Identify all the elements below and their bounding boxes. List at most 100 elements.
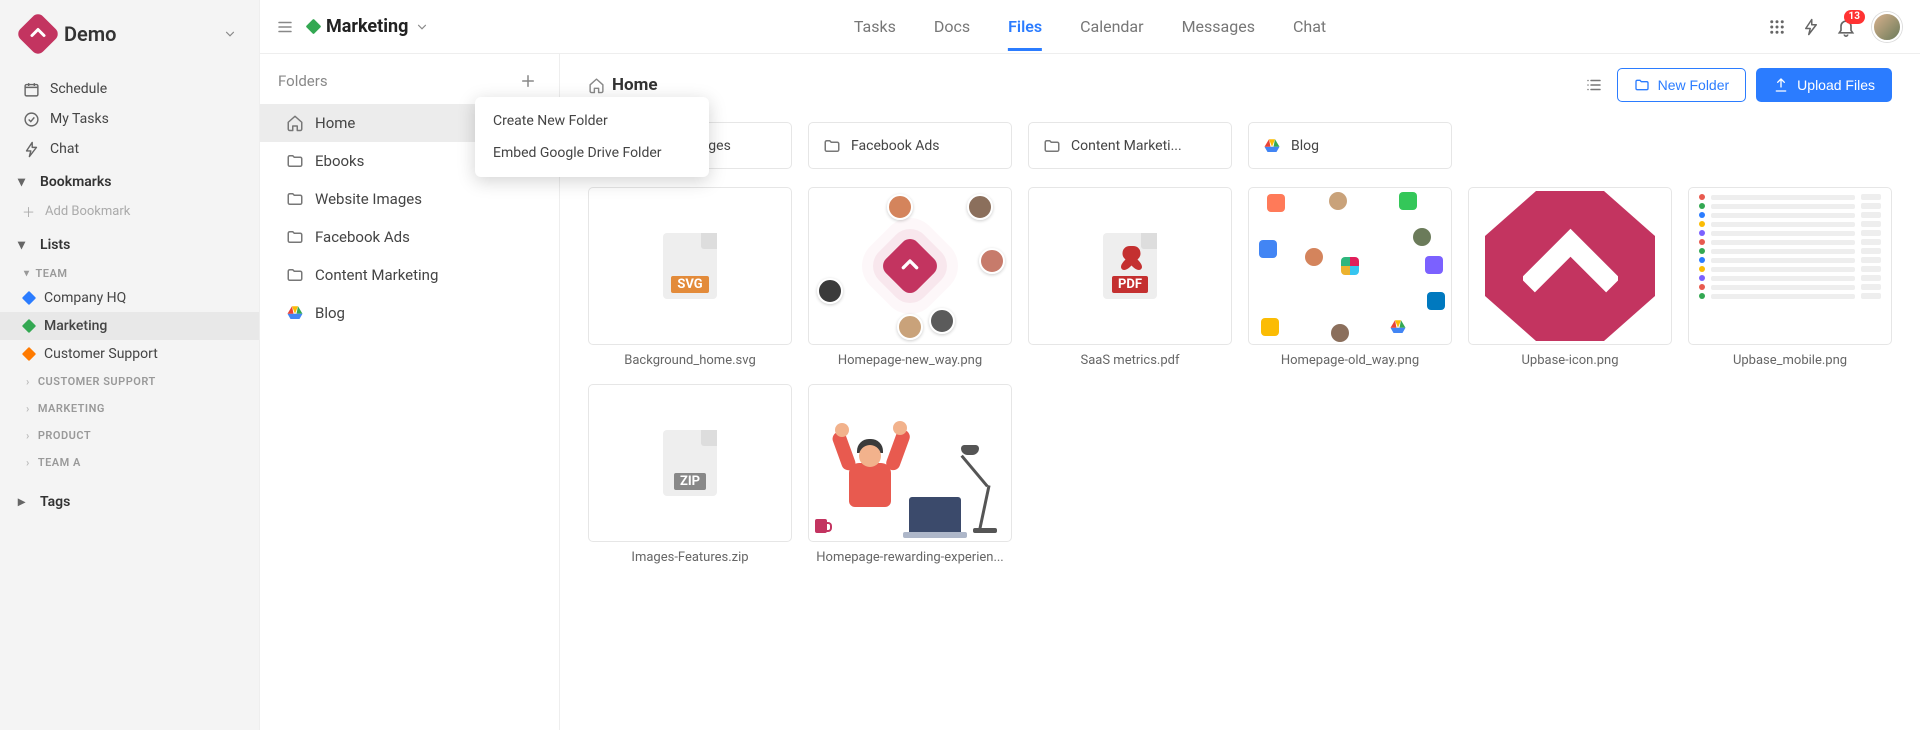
folder-card[interactable]: Content Marketi... — [1028, 122, 1232, 169]
tab-docs[interactable]: Docs — [934, 3, 970, 50]
file-thumbnail — [1248, 187, 1452, 345]
list-view-icon[interactable] — [1581, 72, 1607, 98]
sidebar-team-item[interactable]: Marketing — [0, 312, 259, 340]
add-folder-icon[interactable] — [515, 68, 541, 94]
check-circle-icon — [22, 110, 40, 128]
project-selector[interactable]: Marketing — [308, 16, 429, 37]
group-label: TEAM A — [38, 456, 81, 469]
sidebar-group-item[interactable]: ›MARKETING — [0, 395, 259, 422]
folders-panel: Folders HomeEbooksWebsite ImagesFacebook… — [260, 54, 560, 730]
thumbnail-image — [809, 385, 1011, 541]
team-label: TEAM — [36, 267, 68, 280]
team-group-header[interactable]: ▾ TEAM — [0, 259, 259, 284]
context-menu-item[interactable]: Create New Folder — [475, 105, 709, 137]
file-card[interactable]: Upbase_mobile.png — [1688, 187, 1892, 368]
folder-label: Ebooks — [315, 152, 364, 170]
tab-tasks[interactable]: Tasks — [854, 3, 896, 50]
context-menu: Create New FolderEmbed Google Drive Fold… — [475, 97, 709, 177]
notifications-icon[interactable]: 13 — [1836, 17, 1856, 37]
menu-toggle-icon[interactable] — [272, 14, 298, 40]
file-card[interactable]: Homepage-new_way.png — [808, 187, 1012, 368]
workspace-switcher[interactable]: Demo — [0, 18, 259, 74]
file-name-label: SaaS metrics.pdf — [1028, 345, 1232, 368]
tab-chat[interactable]: Chat — [1293, 3, 1326, 50]
files-area: Home New Folder — [560, 54, 1920, 730]
sidebar-group-item[interactable]: ›CUSTOMER SUPPORT — [0, 368, 259, 395]
file-name-label: Images-Features.zip — [588, 542, 792, 565]
context-menu-item[interactable]: Embed Google Drive Folder — [475, 137, 709, 169]
folder-icon — [286, 152, 304, 170]
sidebar-team-item[interactable]: Customer Support — [0, 340, 259, 368]
user-avatar[interactable] — [1872, 12, 1902, 42]
thumbnail-image — [1689, 188, 1891, 344]
group-label: CUSTOMER SUPPORT — [38, 375, 156, 388]
diamond-icon — [22, 291, 36, 305]
upload-icon — [1773, 77, 1789, 93]
file-card[interactable]: PDFSaaS metrics.pdf — [1028, 187, 1232, 368]
sidebar-team-item[interactable]: Company HQ — [0, 284, 259, 312]
tab-calendar[interactable]: Calendar — [1080, 3, 1143, 50]
chevron-down-icon — [415, 20, 429, 34]
folder-panel-item[interactable]: Facebook Ads — [260, 218, 559, 256]
team-item-label: Customer Support — [44, 346, 158, 362]
folder-card[interactable]: Blog — [1248, 122, 1452, 169]
breadcrumb[interactable]: Home — [588, 75, 658, 95]
breadcrumb-label: Home — [612, 75, 658, 95]
file-name-label: Homepage-new_way.png — [808, 345, 1012, 368]
sidebar-group-item[interactable]: › PRODUCT — [0, 422, 259, 449]
notification-count-badge: 13 — [1844, 10, 1865, 24]
svg-file-icon: SVG — [663, 233, 717, 299]
tab-files[interactable]: Files — [1008, 3, 1042, 50]
tab-messages[interactable]: Messages — [1182, 3, 1255, 50]
folder-card[interactable]: Facebook Ads — [808, 122, 1012, 169]
home-icon — [588, 77, 605, 94]
file-card[interactable]: Upbase-icon.png — [1468, 187, 1672, 368]
folder-panel-item[interactable]: Website Images — [260, 180, 559, 218]
topbar: Marketing Tasks Docs Files Calendar Messages… — [260, 0, 1920, 54]
thumbnail-image — [809, 188, 1011, 344]
folder-label: Facebook Ads — [315, 228, 410, 246]
chevron-right-icon: › — [26, 429, 30, 442]
new-folder-button[interactable]: New Folder — [1617, 68, 1747, 102]
file-name-label: Upbase_mobile.png — [1688, 345, 1892, 368]
file-name-label: Homepage-rewarding-experien... — [808, 542, 1012, 565]
file-name-label: Background_home.svg — [588, 345, 792, 368]
folder-card-label: Facebook Ads — [851, 138, 940, 154]
section-label: Tags — [40, 494, 70, 510]
folder-panel-item[interactable]: Content Marketing — [260, 256, 559, 294]
file-card[interactable]: Homepage-rewarding-experien... — [808, 384, 1012, 565]
chevron-right-icon: › — [26, 456, 30, 469]
sidebar-group-item[interactable]: › TEAM A — [0, 449, 259, 476]
sidebar-section-tags[interactable]: ▸ Tags — [0, 484, 259, 516]
sidebar-item-schedule[interactable]: Schedule — [0, 74, 259, 104]
file-name-label: Upbase-icon.png — [1468, 345, 1672, 368]
sidebar-item-mytasks[interactable]: My Tasks — [0, 104, 259, 134]
folder-panel-item[interactable]: Blog — [260, 294, 559, 332]
folder-icon — [1043, 137, 1061, 155]
home-icon — [286, 114, 304, 132]
sidebar-section-bookmarks[interactable]: ▾ Bookmarks — [0, 164, 259, 196]
folder-label: Home — [315, 114, 355, 132]
add-bookmark-button[interactable]: ＋ Add Bookmark — [0, 196, 259, 227]
diamond-icon — [22, 319, 36, 333]
add-label: Add Bookmark — [45, 204, 130, 219]
bolt-icon[interactable] — [1802, 18, 1820, 36]
sidebar-section-lists[interactable]: ▾ Lists — [0, 227, 259, 259]
bolt-icon — [22, 140, 40, 158]
file-thumbnail — [808, 384, 1012, 542]
sidebar-item-chat[interactable]: Chat — [0, 134, 259, 164]
apps-grid-icon[interactable] — [1768, 18, 1786, 36]
file-card[interactable]: SVG Background_home.svg — [588, 187, 792, 368]
folder-icon — [823, 137, 841, 155]
project-title: Marketing — [326, 16, 408, 37]
group-label: PRODUCT — [38, 429, 91, 442]
chevron-right-icon: › — [26, 402, 30, 415]
file-grid: SVG Background_home.svg Homepage-new_way.p… — [560, 187, 1920, 593]
file-card[interactable]: Homepage-old_way.png — [1248, 187, 1452, 368]
workspace-name: Demo — [64, 22, 116, 46]
file-thumbnail — [1688, 187, 1892, 345]
gdrive-icon — [1263, 137, 1281, 155]
top-tabs: Tasks Docs Files Calendar Messages Chat — [854, 3, 1326, 50]
upload-files-button[interactable]: Upload Files — [1756, 68, 1892, 102]
file-card[interactable]: ZIPImages-Features.zip — [588, 384, 792, 565]
